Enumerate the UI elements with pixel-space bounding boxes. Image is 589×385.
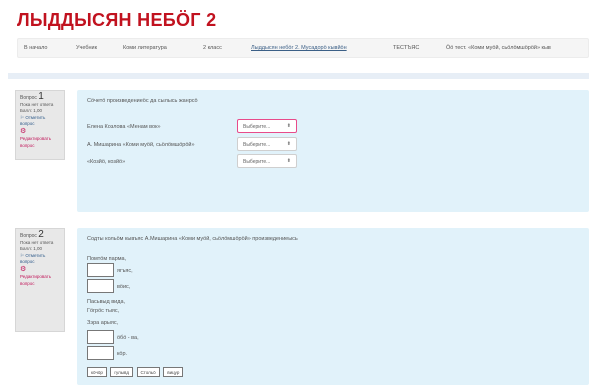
drop-target[interactable] [87,279,114,293]
drag-choice[interactable]: кӧчӧр [87,367,107,377]
breadcrumb-item-reader[interactable]: Лыддысян небӧг 2. Мусадорӧ кывйӧн [251,45,347,51]
drag-choice[interactable]: гулывд [110,367,133,377]
drop-target[interactable] [87,346,114,360]
drag-choices: кӧчӧр гулывд Стольӧ вицур [87,367,185,377]
edit-question-link[interactable]: Редактировать вопрос [20,136,60,149]
question-text: Содты кольӧм кывъяс А.Мишарина «Коми муӧ… [87,236,298,242]
chevron-updown-icon: ⬍ [286,158,291,164]
question-score: Балл: 1,00 [20,108,42,114]
poem-line: кӧр. [117,351,128,357]
page-title: ЛЫДДЫСЯН НЕБӦГ 2 [17,10,217,30]
breadcrumb: В начало Учебник Коми литература 2 класс… [17,38,589,58]
poem-line: ӧбӧ - ва, [117,335,139,341]
question-score: Балл: 1,00 [20,246,42,252]
breadcrumb-item-grade[interactable]: 2 класс [203,45,222,51]
drop-target[interactable] [87,263,114,277]
breadcrumb-item-tests[interactable]: ТЕСТЪЯС [393,45,419,51]
question-info: Вопрос 1 Пока нет ответа Балл: 1,00 ⚐ От… [15,90,65,160]
edit-question-link[interactable]: Редактировать вопрос [20,274,60,287]
chevron-updown-icon: ⬍ [286,123,291,129]
drag-choice[interactable]: Стольӧ [136,367,160,377]
gear-icon[interactable]: ⚙ [20,128,60,136]
question-status: Пока нет ответа [20,101,54,107]
gear-icon[interactable]: ⚙ [20,266,60,274]
poem-line: Гӧгрӧс тыяс, [87,308,120,314]
select-value: Выберите... [243,124,271,130]
breadcrumb-item-home[interactable]: В начало [24,45,47,51]
breadcrumb-item-textbook[interactable]: Учебник [76,45,97,51]
flag-icon: ⚐ [20,252,25,258]
question-content: Сӧчетӧ произведениеӧс да сылысь жанрсӧ Е… [77,90,589,212]
flag-question-button[interactable]: ⚐ Отметить вопрос [20,115,60,128]
drag-choice[interactable]: вицур [163,367,184,377]
match-select[interactable]: Выберите... ⬍ [237,137,297,151]
poem-line: Помтӧм парма, [87,256,127,262]
nav-strip [8,73,589,79]
question-text: Сӧчетӧ произведениеӧс да сылысь жанрсӧ [87,98,198,104]
poem-line: вӧис, [117,284,131,290]
match-item-text: А. Мишарина «Коми муӧй, сьӧлӧмшӧрӧй» [87,142,195,148]
question-number: Вопрос 1 [20,91,44,102]
match-item-text: Елена Козлова «Менам вок» [87,124,161,130]
chevron-updown-icon: ⬍ [286,141,291,147]
poem-line: ягъяс, [117,268,133,274]
flag-question-button[interactable]: ⚐ Отметить вопрос [20,253,60,266]
question-number: Вопрос 2 [20,229,44,240]
breadcrumb-item-current-test: Ӧӧ тест. «Коми муӧй, сьӧлӧмшӧрӧй» кыв [446,45,551,51]
poem-line: Зэра арыяс, [87,320,119,326]
question-status: Пока нет ответа [20,239,54,245]
question-content: Содты кольӧм кывъяс А.Мишарина «Коми муӧ… [77,228,589,385]
match-select[interactable]: Выберите... ⬍ [237,154,297,168]
match-select[interactable]: Выберите... ⬍ [237,119,297,133]
select-value: Выберите... [243,159,271,165]
flag-icon: ⚐ [20,114,25,120]
breadcrumb-item-komi-literature[interactable]: Коми литература [123,45,167,51]
select-value: Выберите... [243,142,271,148]
question-info: Вопрос 2 Пока нет ответа Балл: 1,00 ⚐ От… [15,228,65,332]
drop-target[interactable] [87,330,114,344]
poem-line: Пасьвыд вида, [87,299,126,305]
match-item-text: «Козйӧ, козйӧ» [87,159,126,165]
